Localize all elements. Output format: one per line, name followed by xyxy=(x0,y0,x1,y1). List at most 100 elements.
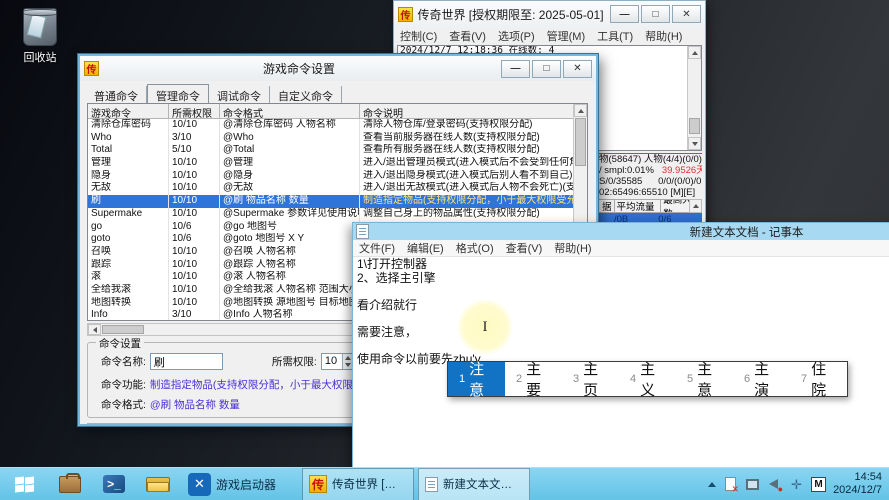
notepad-menubar: 文件(F)编辑(E)格式(O)查看(V)帮助(H) xyxy=(353,240,889,257)
tab-普通命令[interactable]: 普通命令 xyxy=(86,86,147,103)
ime-candidate[interactable]: 5主意 xyxy=(676,362,733,396)
triangle-down-icon xyxy=(345,363,351,367)
start-button[interactable] xyxy=(0,468,48,500)
game-launcher-button[interactable]: ✕ 游戏启动器 xyxy=(180,468,284,500)
file-explorer-button[interactable] xyxy=(136,468,180,500)
legend-log-scrollbar[interactable] xyxy=(687,46,701,150)
scroll-left-button[interactable] xyxy=(88,324,101,335)
recycle-bin[interactable]: 回收站 xyxy=(8,8,72,65)
table-cell: 查看当前服务器在线人数(支持权限分配) xyxy=(360,132,587,145)
taskbar-clock[interactable]: 14:54 2024/12/7 xyxy=(833,471,882,497)
server-manager-button[interactable] xyxy=(48,468,92,500)
menu-item[interactable]: 格式(O) xyxy=(450,238,500,258)
table-cell: 10/10 xyxy=(169,170,220,183)
ime-candidate-number: 2 xyxy=(516,373,522,385)
cmd-window-title: 游戏命令设置 xyxy=(99,60,499,77)
table-row[interactable]: Total5/10@Total查看所有服务器在线人数(支持权限分配) xyxy=(88,144,587,157)
network-tray-icon[interactable] xyxy=(745,477,760,492)
command-format-label: 命令格式: xyxy=(101,397,146,412)
table-cell: Who xyxy=(88,132,169,145)
legend-close-button[interactable]: ✕ xyxy=(672,5,701,23)
stats-scroll-up[interactable] xyxy=(689,199,702,213)
table-row[interactable]: Who3/10@Who查看当前服务器在线人数(支持权限分配) xyxy=(88,132,587,145)
menu-item[interactable]: 帮助(H) xyxy=(639,26,688,46)
notepad-line xyxy=(357,339,889,353)
ime-candidate[interactable]: 1注意 xyxy=(448,362,505,396)
menu-item[interactable]: 查看(V) xyxy=(500,238,549,258)
ime-candidate[interactable]: 4主义 xyxy=(619,362,676,396)
table-row[interactable]: 管理10/10@管理进入/退出管理员模式(进入模式后不会受到任何角色攻击) xyxy=(88,157,587,170)
table-cell: @goto 地图号 X Y xyxy=(220,233,360,246)
scroll-thumb[interactable] xyxy=(689,118,700,134)
header-game-command[interactable]: 游戏命令 xyxy=(88,104,169,119)
ime-candidate-number: 4 xyxy=(630,373,636,385)
volume-tray-icon[interactable]: ● xyxy=(767,477,782,492)
legend-titlebar[interactable]: 传 传奇世界 [授权期限至: 2025-05-01] — □ ✕ xyxy=(394,1,705,27)
ime-candidate[interactable]: 3主页 xyxy=(562,362,619,396)
ime-candidate[interactable]: 6主演 xyxy=(733,362,790,396)
notepad-app-icon xyxy=(425,477,438,492)
header-command-format[interactable]: 命令格式 xyxy=(220,104,360,119)
ime-mode-icon[interactable]: M xyxy=(811,477,826,492)
show-hidden-icons-button[interactable] xyxy=(708,482,716,487)
table-cell: 滚 xyxy=(88,271,169,284)
table-row[interactable]: 无敌10/10@无敌进入/退出无敌模式(进入模式后人物不会死亡)(支持权限 xyxy=(88,182,587,195)
scroll-up-button[interactable] xyxy=(574,104,587,117)
table-row[interactable]: 隐身10/10@隐身进入/退出隐身模式(进入模式后别人看不到自己)(支持权 xyxy=(88,170,587,183)
table-cell: 3/10 xyxy=(169,309,220,321)
scroll-up-button[interactable] xyxy=(688,46,701,59)
legend-window-title: 传奇世界 [授权期限至: 2025-05-01] xyxy=(413,6,608,23)
table-cell: 10/10 xyxy=(169,119,220,132)
table-cell: 10/10 xyxy=(169,297,220,310)
powershell-button[interactable]: >_ xyxy=(92,468,136,500)
menu-item[interactable]: 选项(P) xyxy=(492,26,541,46)
notepad-line xyxy=(357,285,889,299)
permission-spinner[interactable]: 10 xyxy=(321,353,355,370)
ime-candidate-number: 5 xyxy=(687,373,693,385)
notepad-line: 1\打开控制器 xyxy=(357,258,889,272)
scroll-thumb[interactable] xyxy=(575,118,586,166)
table-row[interactable]: 清除仓库密码10/10@清除仓库密码 人物名称清除人物仓库/登录密码(支持权限分… xyxy=(88,119,587,132)
document-error-tray-icon[interactable]: ✕ xyxy=(723,477,738,492)
table-row[interactable]: Supermake10/10@Supermake 参数详见使用说明调整自己身上的… xyxy=(88,208,587,221)
taskbar-notepad-window-button[interactable]: 新建文本文档 - ... xyxy=(418,468,530,500)
table-cell: 10/10 xyxy=(169,182,220,195)
tab-自定义命令[interactable]: 自定义命令 xyxy=(270,86,342,103)
table-row[interactable]: 刷10/10@刷 物品名称 数量制造指定物品(支持权限分配，小于最大权限受允许、… xyxy=(88,195,587,208)
legend-minimize-button[interactable]: — xyxy=(610,5,639,23)
legend-maximize-button[interactable]: □ xyxy=(641,5,670,23)
legend-app-icon: 传 xyxy=(398,7,413,22)
game-launcher-icon: ✕ xyxy=(188,473,211,496)
command-name-input[interactable] xyxy=(150,353,223,370)
scroll-thumb[interactable] xyxy=(102,325,144,334)
windows-logo-icon xyxy=(15,477,34,492)
menu-item[interactable]: 工具(T) xyxy=(591,26,639,46)
system-tray: ✕ ● ✛ M 14:54 2024/12/7 xyxy=(708,471,889,497)
ime-candidate-bar: 1注意2主要3主页4主义5主意6主演7住院 xyxy=(447,361,848,397)
cmd-maximize-button[interactable]: □ xyxy=(532,60,561,78)
menu-item[interactable]: 查看(V) xyxy=(443,26,492,46)
move-tool-tray-icon[interactable]: ✛ xyxy=(789,477,804,492)
taskbar: >_ ✕ 游戏启动器 传 传奇世界 [授权期... 新建文本文档 - ... ✕… xyxy=(0,467,889,500)
cmd-close-button[interactable]: ✕ xyxy=(563,60,592,78)
ime-candidate-text: 主义 xyxy=(640,358,665,400)
tab-管理命令[interactable]: 管理命令 xyxy=(147,84,209,103)
cmd-minimize-button[interactable]: — xyxy=(501,60,530,78)
menu-item[interactable]: 编辑(E) xyxy=(401,238,450,258)
menu-item[interactable]: 控制(C) xyxy=(394,26,443,46)
ime-candidate[interactable]: 2主要 xyxy=(505,362,562,396)
tab-调试命令[interactable]: 调试命令 xyxy=(209,86,270,103)
table-cell: 跟踪 xyxy=(88,259,169,272)
scroll-down-button[interactable] xyxy=(688,137,701,150)
table-cell: @刷 物品名称 数量 xyxy=(220,195,360,208)
ime-candidate[interactable]: 7住院 xyxy=(790,362,847,396)
header-required-permission[interactable]: 所需权限 xyxy=(169,104,220,119)
table-cell: 10/10 xyxy=(169,246,220,259)
cmd-titlebar[interactable]: 传 游戏命令设置 — □ ✕ xyxy=(80,56,596,81)
cursor-highlight: I xyxy=(457,299,513,355)
menu-item[interactable]: 帮助(H) xyxy=(548,238,597,258)
menu-item[interactable]: 文件(F) xyxy=(353,238,401,258)
taskbar-legend-window-button[interactable]: 传 传奇世界 [授权期... xyxy=(302,468,414,500)
header-command-description[interactable]: 命令说明 xyxy=(360,104,587,119)
menu-item[interactable]: 管理(M) xyxy=(541,26,592,46)
